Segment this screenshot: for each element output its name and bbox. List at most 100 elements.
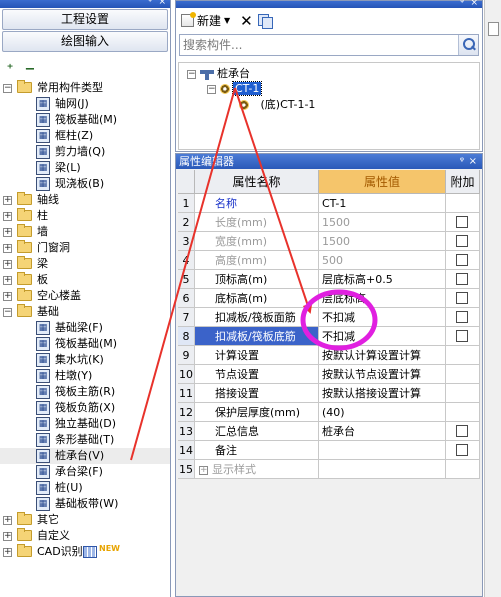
additional-checkbox[interactable]	[456, 216, 468, 228]
property-value[interactable]: 按默认计算设置计算	[319, 346, 446, 365]
property-value[interactable]: CT-1	[319, 194, 446, 213]
tree-item[interactable]: ▦ 桩承台(V)	[0, 448, 170, 464]
additional-checkbox[interactable]	[456, 235, 468, 247]
tree-item[interactable]: ▦ 梁(L)	[0, 160, 170, 176]
property-row[interactable]: 11 搭接设置 按默认搭接设置计算	[178, 384, 480, 403]
tree-folder[interactable]: + 空心楼盖	[0, 288, 170, 304]
expand-toggle[interactable]: +	[3, 292, 12, 301]
tree-item[interactable]: ▦ 基础梁(F)	[0, 320, 170, 336]
expand-toggle[interactable]: +	[199, 465, 208, 475]
property-row[interactable]: 6 底标高(m) 层底标高	[178, 289, 480, 308]
collapse-toggle[interactable]: −	[207, 84, 216, 94]
tree-folder[interactable]: + 板	[0, 272, 170, 288]
tree-item[interactable]: ▦ 独立基础(D)	[0, 416, 170, 432]
drawing-input-button[interactable]: 绘图输入	[2, 31, 168, 52]
property-value[interactable]: 层底标高	[319, 289, 446, 308]
search-input[interactable]	[179, 34, 479, 56]
tree-item[interactable]: ▦ 桩(U)	[0, 480, 170, 496]
tree-item[interactable]: ▦ 框柱(Z)	[0, 128, 170, 144]
expand-toggle[interactable]: +	[3, 516, 12, 525]
collapse-all-icon[interactable]: −	[22, 61, 38, 77]
property-value[interactable]: 不扣减	[319, 308, 446, 327]
tree-item[interactable]: ▦ 轴网(J)	[0, 96, 170, 112]
tree-node-root[interactable]: − 桩承台	[187, 67, 250, 81]
tree-folder[interactable]: + 其它	[0, 512, 170, 528]
collapse-toggle[interactable]: −	[3, 84, 12, 93]
property-value[interactable]: 按默认搭接设置计算	[319, 384, 446, 403]
copy-icon[interactable]	[257, 13, 273, 29]
tree-folder[interactable]: − 常用构件类型	[0, 80, 170, 96]
tree-item[interactable]: ▦ 筏板基础(M)	[0, 336, 170, 352]
property-row[interactable]: 13 汇总信息 桩承台	[178, 422, 480, 441]
new-component-button[interactable]: 新建 ▼	[181, 12, 230, 29]
expand-toggle[interactable]: +	[3, 196, 12, 205]
additional-checkbox[interactable]	[456, 311, 468, 323]
tree-item[interactable]: ▦ 柱墩(Y)	[0, 368, 170, 384]
property-row[interactable]: 3 宽度(mm) 1500	[178, 232, 480, 251]
tree-folder[interactable]: + CAD识别 NEW	[0, 544, 170, 560]
additional-checkbox[interactable]	[456, 292, 468, 304]
tree-item[interactable]: ▦ 条形基础(T)	[0, 432, 170, 448]
property-value[interactable]	[319, 441, 446, 460]
expand-toggle[interactable]: +	[3, 548, 12, 557]
property-row[interactable]: 14 备注	[178, 441, 480, 460]
pin-icon[interactable]: ᵠ	[460, 0, 464, 8]
collapse-toggle[interactable]: −	[187, 69, 196, 79]
tree-folder[interactable]: + 墙	[0, 224, 170, 240]
tree-node-ct1[interactable]: − CT-1	[207, 81, 263, 96]
additional-checkbox[interactable]	[456, 444, 468, 456]
expand-all-icon[interactable]: ⁺	[2, 61, 18, 77]
property-row[interactable]: 10 节点设置 按默认节点设置计算	[178, 365, 480, 384]
property-row[interactable]: 8 扣减板/筏板底筋 不扣减	[178, 327, 480, 346]
property-value[interactable]: 层底标高+0.5	[319, 270, 446, 289]
property-row[interactable]: 2 长度(mm) 1500	[178, 213, 480, 232]
tree-item[interactable]: ▦ 承台梁(F)	[0, 464, 170, 480]
tree-item[interactable]: ▦ 现浇板(B)	[0, 176, 170, 192]
property-row[interactable]: 5 顶标高(m) 层底标高+0.5	[178, 270, 480, 289]
property-value[interactable]: 500	[319, 251, 446, 270]
property-value[interactable]: 按默认节点设置计算	[319, 365, 446, 384]
property-row[interactable]: 4 高度(mm) 500	[178, 251, 480, 270]
pin-icon[interactable]: ᵠ	[148, 0, 152, 7]
tree-item[interactable]: ▦ 集水坑(K)	[0, 352, 170, 368]
delete-icon[interactable]: ✕	[240, 12, 253, 30]
collapse-toggle[interactable]: −	[3, 308, 12, 317]
expand-toggle[interactable]: +	[3, 532, 12, 541]
tree-folder[interactable]: + 门窗洞	[0, 240, 170, 256]
expand-toggle[interactable]: +	[3, 276, 12, 285]
tree-folder[interactable]: + 梁	[0, 256, 170, 272]
property-value[interactable]: 不扣减	[319, 327, 446, 346]
close-icon[interactable]: ×	[158, 0, 166, 7]
additional-checkbox[interactable]	[456, 273, 468, 285]
property-row[interactable]: 7 扣减板/筏板面筋 不扣减	[178, 308, 480, 327]
tree-item[interactable]: ▦ 筏板基础(M)	[0, 112, 170, 128]
tree-node-ct1-1[interactable]: (底)CT-1-1	[239, 98, 315, 112]
tree-item[interactable]: ▦ 筏板负筋(X)	[0, 400, 170, 416]
tree-folder[interactable]: + 柱	[0, 208, 170, 224]
expand-toggle[interactable]: +	[3, 244, 12, 253]
panel-tab[interactable]	[488, 22, 499, 36]
close-icon[interactable]: ×	[469, 154, 477, 169]
search-icon[interactable]	[458, 35, 478, 55]
property-value[interactable]: 1500	[319, 232, 446, 251]
property-row[interactable]: 15 + 显示样式	[178, 460, 480, 479]
additional-checkbox[interactable]	[456, 254, 468, 266]
tree-folder[interactable]: + 轴线	[0, 192, 170, 208]
property-row[interactable]: 1 名称 CT-1	[178, 194, 480, 213]
expand-toggle[interactable]: +	[3, 228, 12, 237]
tree-item[interactable]: ▦ 基础板带(W)	[0, 496, 170, 512]
additional-checkbox[interactable]	[456, 330, 468, 342]
pin-icon[interactable]: ᵠ	[460, 154, 464, 169]
expand-toggle[interactable]: +	[3, 260, 12, 269]
property-value[interactable]	[319, 460, 446, 479]
property-value[interactable]: 1500	[319, 213, 446, 232]
project-settings-button[interactable]: 工程设置	[2, 9, 168, 30]
tree-item[interactable]: ▦ 剪力墙(Q)	[0, 144, 170, 160]
expand-toggle[interactable]: +	[3, 212, 12, 221]
close-icon[interactable]: ×	[470, 0, 478, 8]
property-value[interactable]: 桩承台	[319, 422, 446, 441]
property-row[interactable]: 9 计算设置 按默认计算设置计算	[178, 346, 480, 365]
tree-folder[interactable]: − 基础	[0, 304, 170, 320]
tree-folder[interactable]: + 自定义	[0, 528, 170, 544]
additional-checkbox[interactable]	[456, 425, 468, 437]
